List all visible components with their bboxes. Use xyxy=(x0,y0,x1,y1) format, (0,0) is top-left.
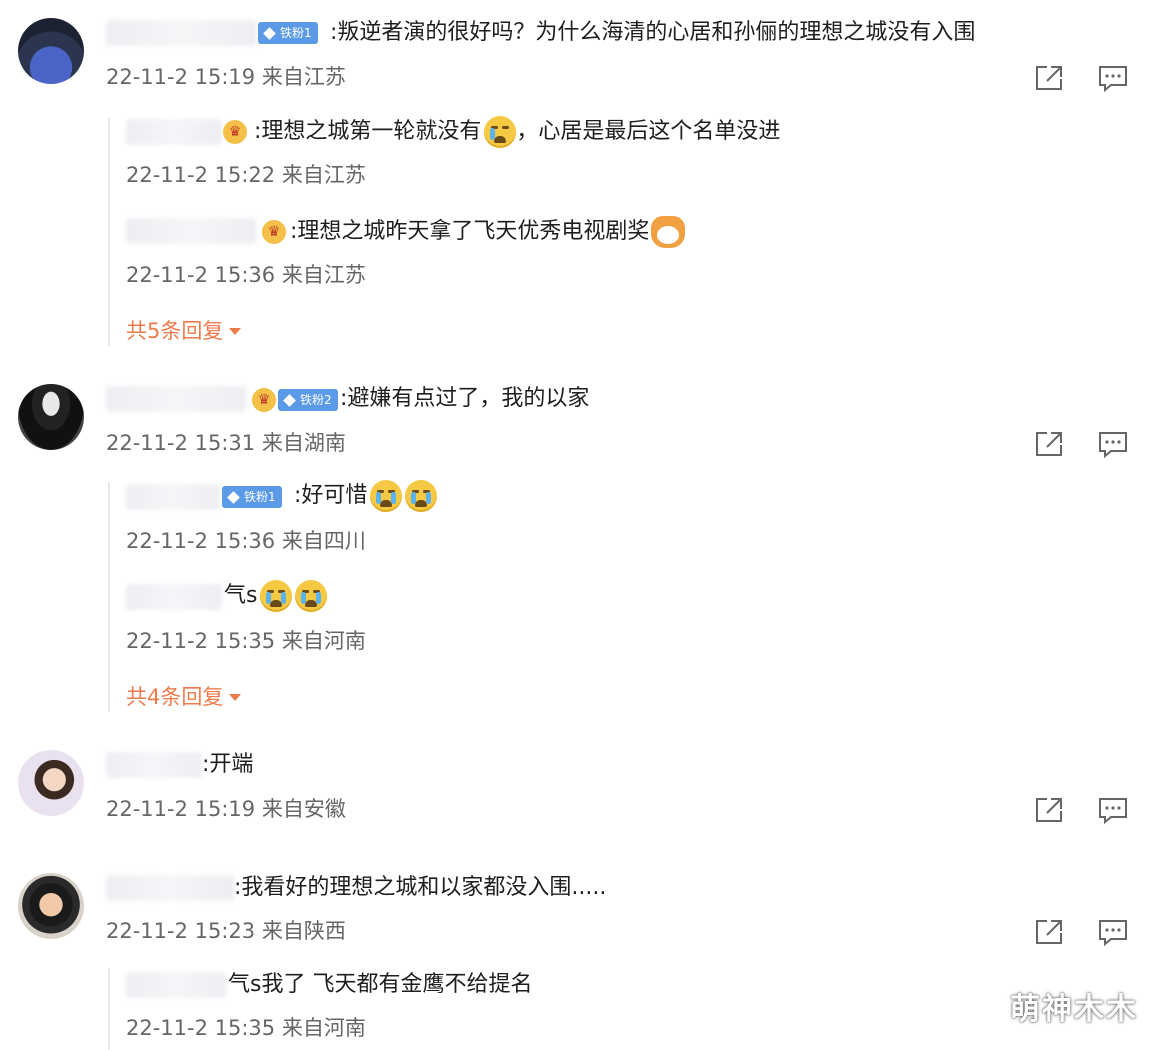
avatar[interactable] xyxy=(18,18,84,84)
caret-down-icon xyxy=(229,693,242,701)
reply-text: 气s xyxy=(224,580,328,612)
reply-meta: 22-11-2 15:36 来自江苏 xyxy=(126,263,366,287)
username-blurred[interactable] xyxy=(106,20,256,46)
reply-meta: 22-11-2 15:22 来自江苏 xyxy=(126,163,366,187)
comment-text: :避嫌有点过了，我的以家 xyxy=(340,386,590,411)
comment-meta: 22-11-2 15:19 来自安徽 xyxy=(106,797,346,821)
reply-meta: 22-11-2 15:35 来自河南 xyxy=(126,629,366,653)
reply-meta: 22-11-2 15:36 来自四川 xyxy=(126,529,366,553)
username-blurred[interactable] xyxy=(126,484,220,510)
reply-meta: 22-11-2 15:35 来自河南 xyxy=(126,1016,366,1040)
reply-text: :理想之城昨天拿了飞天优秀电视剧奖 xyxy=(290,216,686,248)
avatar[interactable] xyxy=(18,384,84,450)
crying-emoji-icon xyxy=(405,480,438,512)
fan-badge: 铁粉1 xyxy=(258,22,318,44)
crown-icon: ♛ xyxy=(262,220,286,244)
comment-text: :叛逆者演的很好吗？为什么海清的心居和孙俪的理想之城没有入围 xyxy=(330,20,976,45)
username-blurred[interactable] xyxy=(126,972,226,998)
username-blurred[interactable] xyxy=(126,584,222,610)
reply-text: 气s我了 飞天都有金鹰不给提名 xyxy=(228,972,533,997)
crying-emoji-icon xyxy=(260,580,293,612)
diamond-icon xyxy=(263,26,276,40)
crying-emoji-icon xyxy=(295,580,328,612)
reply-thread-line xyxy=(108,968,110,1050)
more-replies-link[interactable]: 共4条回复 xyxy=(126,683,242,711)
fan-badge: 铁粉2 xyxy=(278,389,338,411)
fan-badge: 铁粉1 xyxy=(222,486,282,508)
crying-emoji-icon xyxy=(370,480,403,512)
comment-icon[interactable] xyxy=(1097,795,1129,825)
username-blurred[interactable] xyxy=(106,875,234,901)
comment-meta: 22-11-2 15:31 来自湖南 xyxy=(106,431,346,455)
cat-emoji-icon xyxy=(651,216,686,248)
share-icon[interactable] xyxy=(1033,63,1065,93)
diamond-icon xyxy=(227,490,240,504)
crown-icon: ♛ xyxy=(223,120,247,144)
share-icon[interactable] xyxy=(1033,795,1065,825)
more-replies-link[interactable]: 共5条回复 xyxy=(126,317,242,345)
comment-icon[interactable] xyxy=(1097,429,1129,459)
reply-thread-line xyxy=(108,482,110,712)
comment-icon[interactable] xyxy=(1097,63,1129,93)
username-blurred[interactable] xyxy=(126,119,222,145)
avatar[interactable] xyxy=(18,873,84,939)
username-blurred[interactable] xyxy=(126,218,256,244)
caret-down-icon xyxy=(229,327,242,335)
share-icon[interactable] xyxy=(1033,917,1065,947)
crying-emoji-icon xyxy=(484,116,517,148)
username-blurred[interactable] xyxy=(106,386,246,412)
reply-text: :理想之城第一轮就没有 ，心居是最后这个名单没进 xyxy=(254,116,780,148)
username-blurred[interactable] xyxy=(106,752,202,778)
comment-meta: 22-11-2 15:23 来自陕西 xyxy=(106,919,346,943)
reply-thread-line xyxy=(108,118,110,346)
reply-text: :好可惜 xyxy=(294,480,438,512)
comment-icon[interactable] xyxy=(1097,917,1129,947)
comment-text: :我看好的理想之城和以家都没入围..... xyxy=(234,875,607,900)
watermark: 萌神木木 xyxy=(1010,992,1138,1027)
comment-text: :开端 xyxy=(202,752,254,777)
avatar[interactable] xyxy=(18,750,84,816)
share-icon[interactable] xyxy=(1033,429,1065,459)
diamond-icon xyxy=(283,393,296,407)
comment-meta: 22-11-2 15:19 来自江苏 xyxy=(106,65,346,89)
crown-icon: ♛ xyxy=(252,388,276,412)
